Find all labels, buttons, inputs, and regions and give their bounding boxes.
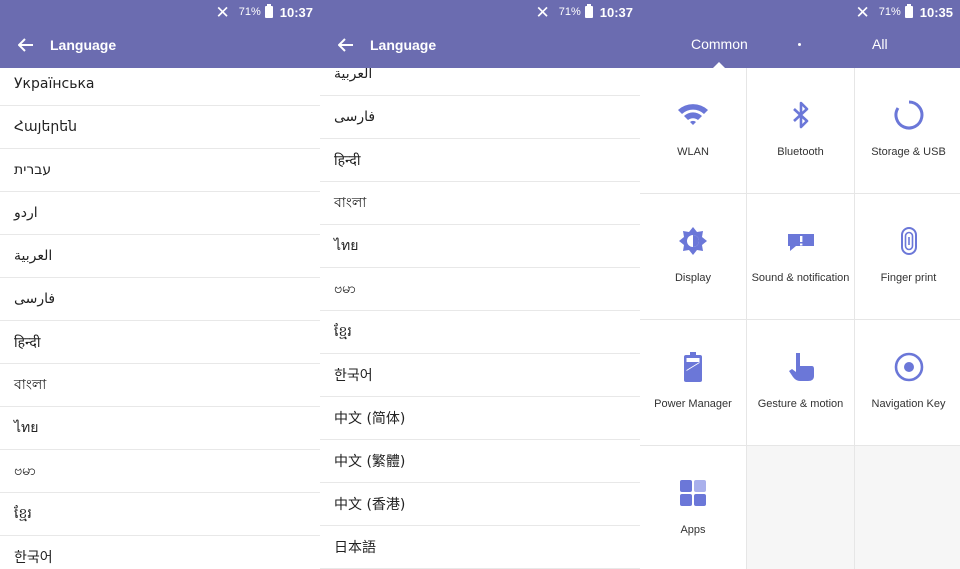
wifi-icon (678, 104, 708, 125)
setting-display[interactable]: Display (640, 194, 746, 319)
language-item[interactable]: ไทย (0, 407, 320, 450)
clock: 10:35 (919, 4, 953, 20)
settings-screen: ✕ 71% 10:35 Common All WLAN Bluetooth St… (640, 0, 960, 569)
page-title: Language (370, 37, 437, 53)
battery-icon (904, 4, 913, 18)
language-list: العربية فارسی हिन्दी বাংলা ไทย ဗမာ ខ្មែរ… (320, 53, 640, 569)
fingerprint-icon (900, 227, 917, 255)
setting-label: Storage & USB (871, 146, 946, 158)
setting-label: Display (674, 272, 712, 284)
language-item[interactable]: 한국어 (0, 536, 320, 569)
storage-icon (894, 100, 923, 130)
empty-cell (747, 446, 854, 569)
arrow-back-icon (18, 38, 33, 52)
language-list: Українська Հայերեն עברית اردو العربية فا… (0, 63, 320, 569)
settings-tabs: Common All (640, 24, 960, 68)
language-item[interactable]: ไทย (320, 225, 640, 268)
battery-icon (584, 4, 593, 18)
setting-storage[interactable]: Storage & USB (855, 68, 960, 193)
language-item[interactable]: ဗမာ (0, 450, 320, 493)
language-item[interactable]: ខ្មែរ (320, 311, 640, 354)
status-bar: ✕ 71% 10:37 (215, 0, 320, 24)
language-item[interactable]: বাংলা (0, 364, 320, 407)
status-bar: ✕ 71% 10:37 (535, 0, 640, 24)
setting-wlan[interactable]: WLAN (640, 68, 746, 193)
language-item[interactable]: हिन्दी (0, 321, 320, 364)
app-bar: ✕ 71% 10:35 Common All (640, 0, 960, 68)
language-item[interactable]: Հայերեն (0, 106, 320, 149)
setting-sound-notification[interactable]: Sound & notification (747, 194, 854, 319)
setting-fingerprint[interactable]: Finger print (855, 194, 960, 319)
no-sim-icon: ✕ (855, 2, 870, 22)
setting-label: Gesture & motion (757, 398, 844, 410)
tab-all[interactable]: All (872, 36, 888, 52)
language-item[interactable]: हिन्दी (320, 139, 640, 182)
language-item[interactable]: 中文 (简体) (320, 397, 640, 440)
setting-label: Finger print (880, 272, 937, 284)
no-sim-icon: ✕ (535, 2, 550, 22)
battery-percent: 71% (878, 6, 901, 18)
setting-power-manager[interactable]: Power Manager (640, 320, 746, 445)
language-item[interactable]: 中文 (香港) (320, 483, 640, 526)
language-item[interactable]: فارسی (320, 96, 640, 139)
battery-percent: 71% (238, 6, 261, 18)
language-item[interactable]: العربية (0, 235, 320, 278)
gesture-icon (788, 353, 814, 381)
clock: 10:37 (599, 4, 633, 20)
battery-icon (264, 4, 273, 18)
back-button[interactable] (332, 32, 360, 58)
battery-percent: 71% (558, 6, 581, 18)
setting-apps[interactable]: Apps (640, 446, 746, 569)
back-button[interactable] (12, 32, 40, 58)
setting-label: Sound & notification (751, 272, 850, 284)
language-screen-2: العربية فارسی हिन्दी বাংলা ไทย ဗမာ ខ្មែរ… (320, 0, 640, 569)
settings-grid: WLAN Bluetooth Storage & USB Display Sou… (640, 68, 960, 569)
display-icon (679, 227, 707, 255)
setting-gesture-motion[interactable]: Gesture & motion (747, 320, 854, 445)
tab-separator-dot (798, 43, 801, 46)
arrow-back-icon (338, 38, 353, 52)
language-item[interactable]: 日本語 (320, 526, 640, 569)
app-bar: ✕ 71% 10:37 Language (0, 0, 320, 68)
language-screen-1: ✕ 71% 10:37 Language Українська Հայերեն … (0, 0, 320, 569)
language-item[interactable]: فارسی (0, 278, 320, 321)
language-item[interactable]: עברית (0, 149, 320, 192)
clock: 10:37 (279, 4, 313, 20)
tab-common[interactable]: Common (691, 36, 748, 52)
setting-label: Power Manager (654, 398, 732, 410)
navigation-key-icon (894, 352, 923, 382)
setting-label: WLAN (677, 146, 709, 158)
status-bar: ✕ 71% 10:35 (855, 0, 960, 24)
no-sim-icon: ✕ (215, 2, 230, 22)
setting-label: Navigation Key (871, 398, 946, 410)
apps-icon (680, 480, 706, 506)
empty-cell (855, 446, 960, 569)
setting-bluetooth[interactable]: Bluetooth (747, 68, 854, 193)
setting-label: Bluetooth (777, 146, 824, 158)
notification-icon (787, 234, 814, 251)
app-bar: ✕ 71% 10:37 Language (320, 0, 640, 68)
battery-icon (684, 352, 702, 382)
language-item[interactable]: বাংলা (320, 182, 640, 225)
language-item[interactable]: ဗမာ (320, 268, 640, 311)
setting-navigation-key[interactable]: Navigation Key (855, 320, 960, 445)
language-item[interactable]: 中文 (繁體) (320, 440, 640, 483)
language-item[interactable]: 한국어 (320, 354, 640, 397)
language-item[interactable]: Українська (0, 63, 320, 106)
setting-label: Apps (680, 524, 706, 536)
language-item[interactable]: ខ្មែរ (0, 493, 320, 536)
page-title: Language (50, 37, 117, 53)
language-item[interactable]: اردو (0, 192, 320, 235)
bluetooth-icon (792, 101, 808, 129)
